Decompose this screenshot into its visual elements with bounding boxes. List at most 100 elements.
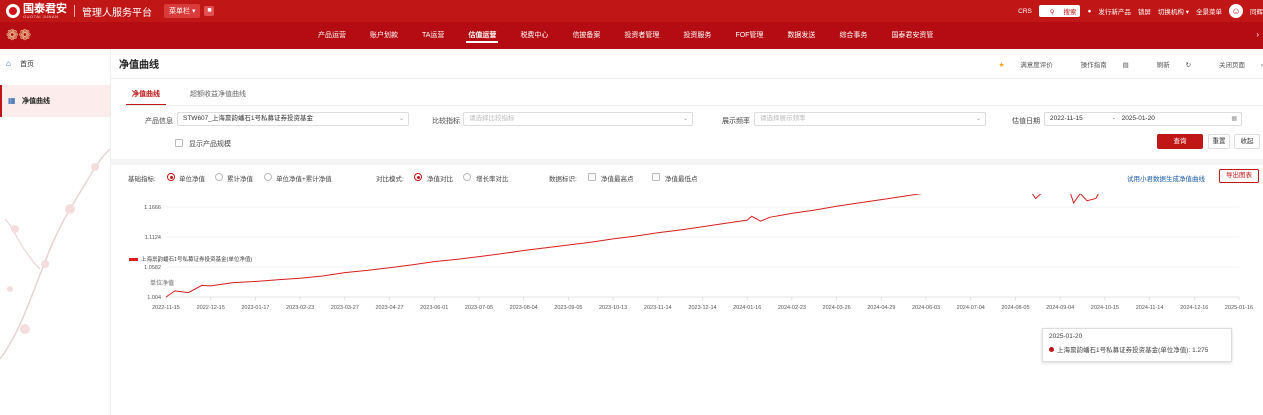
refresh-label: 刷新 (1156, 62, 1170, 69)
new-product-link[interactable]: 发行新产品 (1098, 6, 1131, 16)
rating-link[interactable]: ★ 满意度评价 (985, 59, 1053, 69)
nav-item[interactable]: 账户划款 (358, 22, 410, 49)
data-mark-label: 数据标识: (549, 176, 577, 183)
nav-scroll-right-icon[interactable]: › (1256, 30, 1259, 39)
base-indicator-label: 基础指标: (128, 176, 156, 183)
date-range-picker[interactable]: 2022-11-15 - 2025-01-20 ▦ (1044, 112, 1242, 126)
y-tick-label: 1.1666 (144, 205, 161, 211)
sidebar: ⌂ 首页 ▦ 净值曲线 (0, 49, 111, 415)
nav-item[interactable]: 投资者管理 (612, 22, 671, 49)
doc-icon: ▤ (1122, 62, 1129, 69)
mark-max-checkbox[interactable] (588, 173, 596, 181)
y-tick-label: 1.1124 (145, 235, 161, 241)
radio-unit-nav[interactable] (167, 173, 175, 181)
bell-icon[interactable]: ● (1087, 8, 1091, 15)
mark-min-label: 净值最低点 (665, 176, 698, 183)
compare-mode-label: 对比模式: (376, 176, 404, 183)
nav-item[interactable]: 数据发送 (775, 22, 827, 49)
x-tick-label: 2024-04-29 (867, 305, 895, 311)
mark-max-label: 净值最高点 (601, 176, 634, 183)
tooltip-value: 1.275 (1192, 347, 1209, 354)
user-name[interactable]: 同辉 (1250, 6, 1263, 16)
legend-label[interactable]: 上海禀韵蟠石1号私募证券投资基金(单位净值) (141, 255, 252, 263)
crs-link[interactable]: CRS (1018, 8, 1032, 15)
full-menu-link[interactable]: 全景菜单 (1196, 6, 1222, 16)
mini-data-link[interactable]: 试用小君数据生成净值曲线 (1127, 173, 1205, 183)
nav-item[interactable]: TA运营 (410, 22, 456, 49)
home-icon: ⌂ (6, 59, 11, 68)
radio-nav-compare-label: 净值对比 (427, 176, 453, 183)
radio-cumulative-nav[interactable] (215, 173, 223, 181)
show-scale-checkbox[interactable] (175, 139, 183, 147)
page-title: 净值曲线 (119, 60, 159, 71)
nav-item[interactable]: 信披备案 (560, 22, 612, 49)
series-line[interactable] (165, 194, 1257, 298)
close-page-link[interactable]: 关闭页面 › (1205, 59, 1263, 69)
nav-item[interactable]: 国泰君安资管 (879, 22, 945, 49)
query-button[interactable]: 查询 (1157, 134, 1203, 149)
nav-item[interactable]: 投资服务 (671, 22, 723, 49)
legend-swatch[interactable] (129, 258, 138, 261)
radio-unit-cumulative-nav-label: 单位净值+累计净值 (276, 176, 332, 183)
product-select-value: STW607_上海禀韵蟠石1号私募证券投资基金 (183, 115, 314, 122)
logo[interactable]: 国泰君安 GUOTAI JUNAN (6, 3, 67, 19)
platform-title: 管理人服务平台 (82, 7, 152, 19)
sidebar-item-home[interactable]: ⌂ 首页 (0, 49, 110, 79)
search-button[interactable]: ⚲ 搜索 (1038, 5, 1081, 17)
freq-label: 展示频率 (722, 118, 750, 125)
radio-unit-cumulative-nav[interactable] (264, 173, 272, 181)
lock-icon[interactable]: ■ (204, 6, 215, 16)
radio-growth-compare[interactable] (463, 173, 471, 181)
radio-nav-compare[interactable] (414, 173, 422, 181)
radio-growth-compare-label: 增长率对比 (476, 176, 509, 183)
product-select[interactable]: STW607_上海禀韵蟠石1号私募证券投资基金 ⌄ (177, 112, 409, 126)
guide-link[interactable]: 操作指南 ▤ (1067, 59, 1129, 69)
nav-item[interactable]: 产品运营 (306, 22, 358, 49)
refresh-icon: ↻ (1185, 62, 1192, 69)
freq-select-placeholder: 请选择展示频率 (760, 115, 806, 122)
menu-toggle-button[interactable]: 菜单栏 ▾ (164, 4, 201, 18)
x-tick-label: 2023-01-17 (241, 305, 269, 311)
refresh-link[interactable]: 刷新 ↻ (1143, 59, 1191, 69)
plum-blossom-decoration-icon (0, 148, 110, 360)
avatar[interactable]: ☺ (1229, 4, 1243, 18)
date-end: 2025-01-20 (1121, 115, 1155, 122)
nav-item[interactable]: 税费中心 (508, 22, 560, 49)
tab-excess-nav-curve[interactable]: 超额收益净值曲线 (190, 85, 246, 105)
x-tick-label: 2024-12-16 (1180, 305, 1208, 311)
main-nav: ❁❁ 产品运营 账户划款 TA运营 估值运营 税费中心 信披备案 投资者管理 投资服务 FOF管… (0, 22, 1263, 49)
compare-select[interactable]: 请选择比较指标 ⌄ (463, 112, 693, 126)
x-tick-label: 2024-09-04 (1046, 305, 1074, 311)
tooltip-series-dot (1049, 347, 1054, 352)
freq-select[interactable]: 请选择展示频率 ⌄ (754, 112, 986, 126)
show-scale-label: 显示产品规模 (189, 141, 231, 148)
main-content: 净值曲线 ★ 满意度评价 操作指南 ▤ 刷新 ↻ 关闭页面 › 净值曲线 超额收… (111, 49, 1263, 415)
nav-item[interactable]: FOF管理 (723, 22, 775, 49)
nav-item[interactable]: 估值运营 (456, 22, 508, 49)
lock-screen-link[interactable]: 锁屏 (1138, 6, 1151, 16)
search-label: 搜索 (1063, 9, 1077, 16)
tooltip-label: 上海禀韵蟠石1号私募证券投资基金(单位净值): (1057, 347, 1191, 354)
tab-nav-curve[interactable]: 净值曲线 (126, 85, 166, 106)
date-label: 估值日期 (1012, 118, 1040, 125)
sidebar-item-nav-curve[interactable]: ▦ 净值曲线 (0, 85, 110, 117)
x-tick-label: 2023-02-23 (286, 305, 314, 311)
export-chart-button[interactable]: 导出图表 (1219, 169, 1259, 183)
top-right-actions: CRS ⚲ 搜索 ● 发行新产品 锁屏 切换机构 ▾ 全景菜单 ☺ 同辉 (1011, 0, 1263, 22)
reset-button[interactable]: 重置 (1208, 134, 1230, 149)
radio-unit-nav-label: 单位净值 (179, 176, 205, 183)
compare-label: 比较指标 (432, 118, 460, 125)
sidebar-item-label: 首页 (20, 61, 34, 68)
date-separator: - (1112, 115, 1115, 122)
collapse-button[interactable]: 收起 (1234, 134, 1260, 149)
x-tick-label: 2023-07-05 (465, 305, 493, 311)
x-tick-label: 2024-03-26 (823, 305, 851, 311)
x-tick-label: 2025-01-16 (1225, 305, 1253, 311)
mark-min-checkbox[interactable] (652, 173, 660, 181)
nav-item[interactable]: 综合事务 (827, 22, 879, 49)
x-tick-label: 2023-09-05 (554, 305, 582, 311)
switch-org-link[interactable]: 切换机构 ▾ (1158, 6, 1189, 16)
y-tick-label: 1.0582 (144, 265, 161, 271)
logo-subtext: GUOTAI JUNAN (23, 13, 59, 19)
x-tick-label: 2024-02-23 (778, 305, 806, 311)
